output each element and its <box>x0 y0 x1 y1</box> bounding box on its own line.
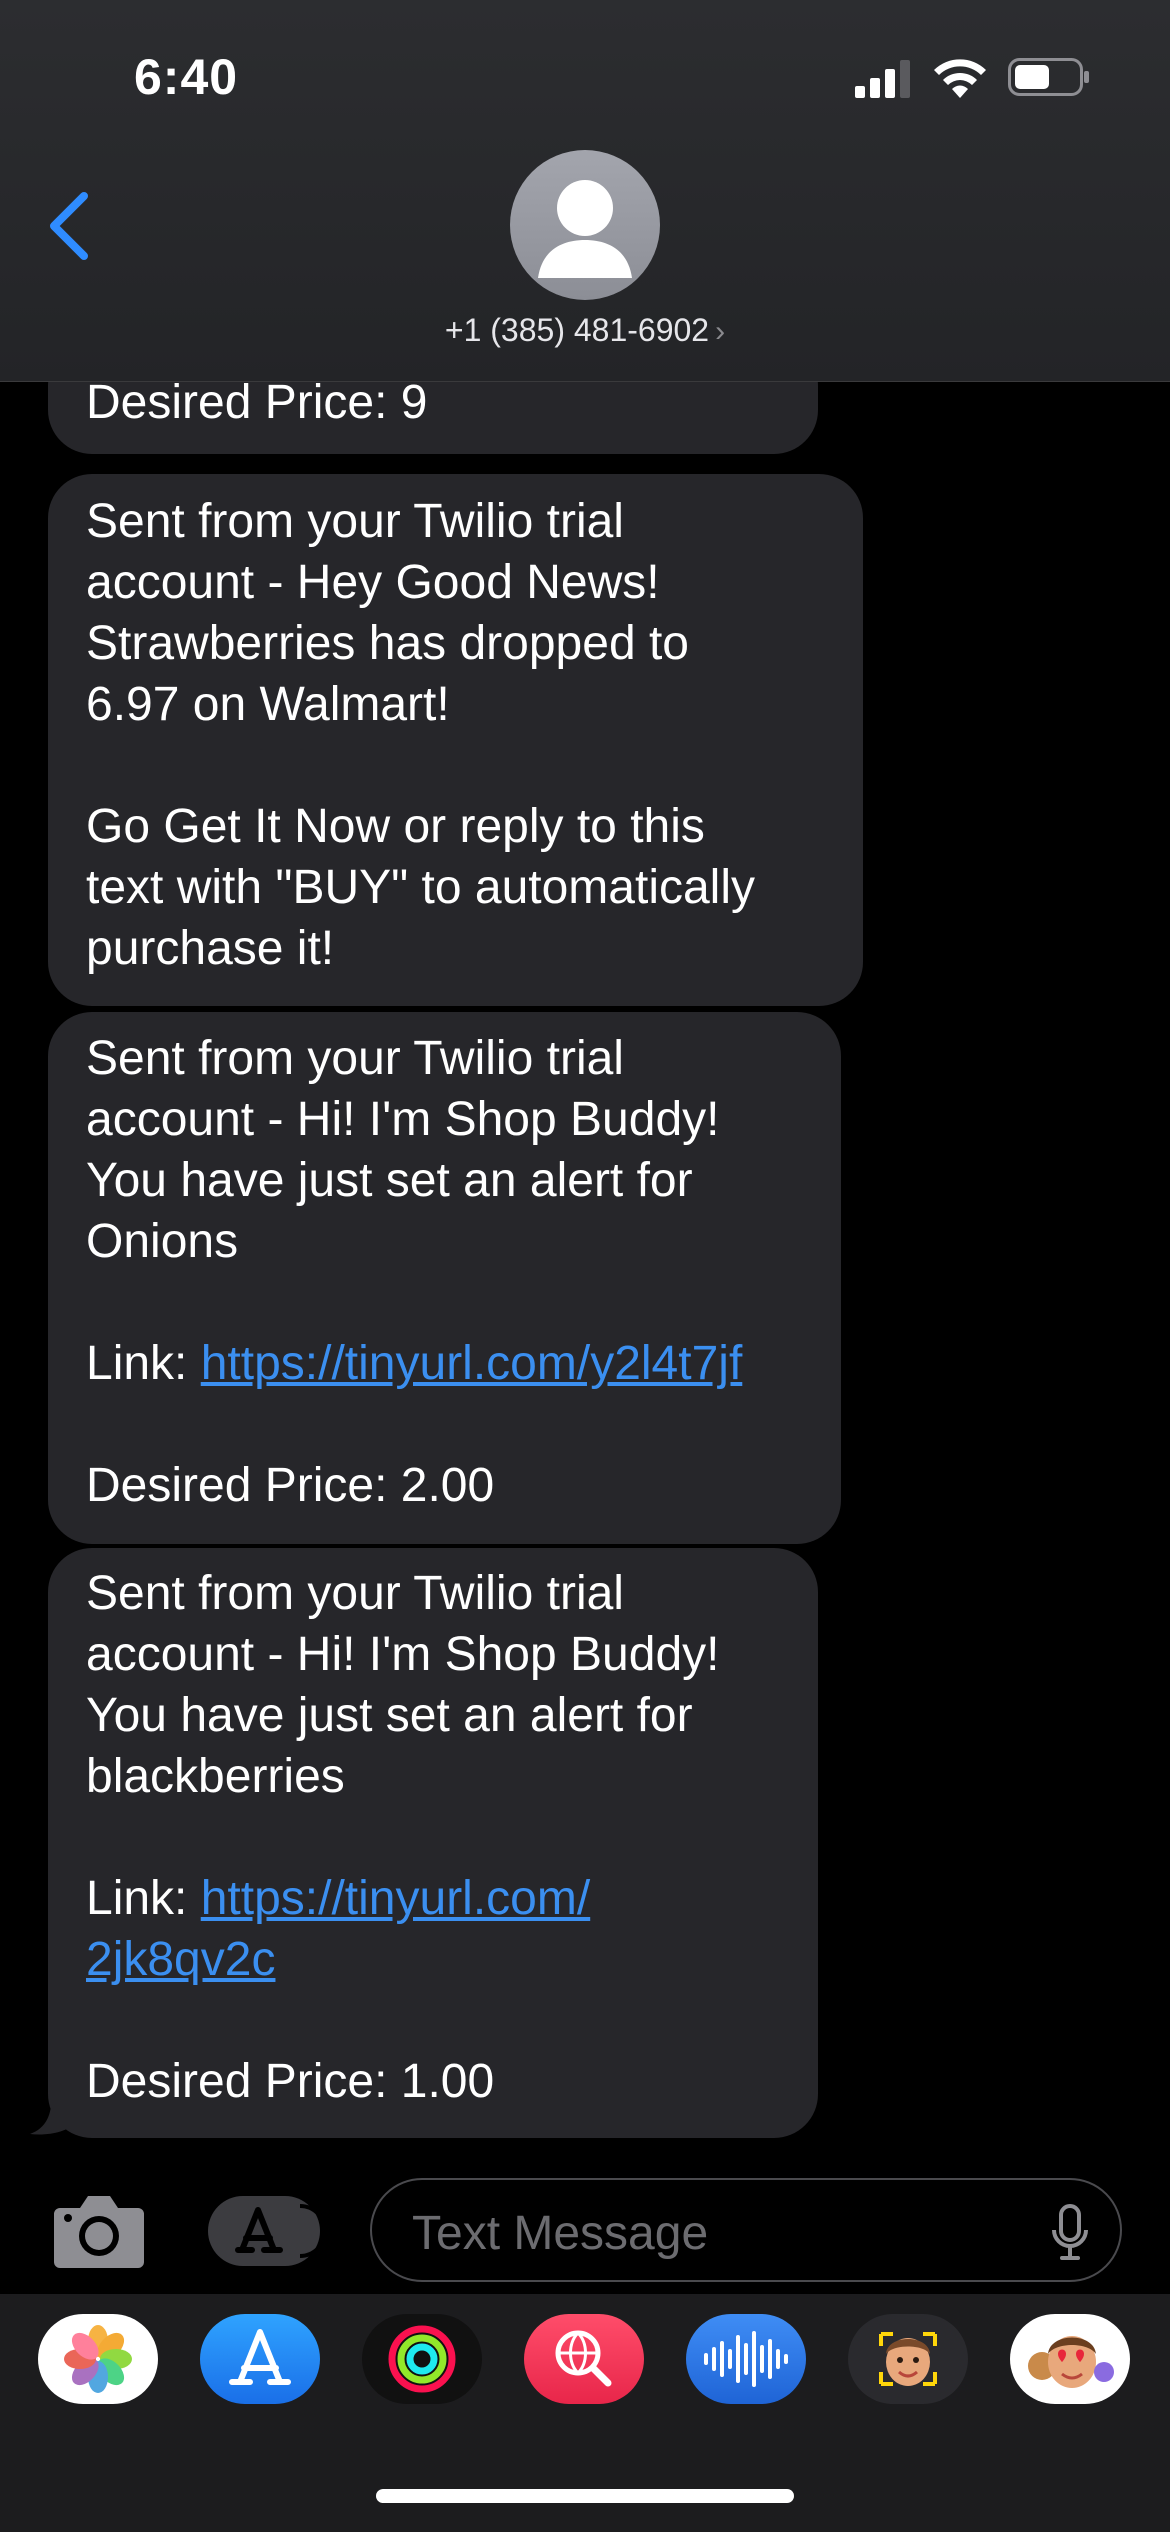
photos-flower-icon <box>64 2325 132 2393</box>
message-thread[interactable]: Desired Price: 9 Sent from your Twilio t… <box>0 382 1170 2152</box>
message-bubble[interactable]: Sent from your Twilio trial account - Hi… <box>48 1548 818 2138</box>
link-prefix: Link: <box>86 1872 201 1925</box>
bubble-tail <box>30 2092 76 2135</box>
audio-message-icon[interactable] <box>686 2314 806 2404</box>
message-line: Onions <box>86 1215 239 1268</box>
microphone-icon[interactable] <box>1050 2204 1090 2262</box>
message-line: account - Hi! I'm Shop Buddy! <box>86 1093 720 1146</box>
web-search-icon[interactable] <box>524 2314 644 2404</box>
message-link-line: 2jk8qv2c <box>86 1929 780 1990</box>
activity-rings-icon <box>388 2325 456 2393</box>
conversation-header: 6:40 +1 (385) 481-6902 › <box>0 0 1170 382</box>
message-bubble[interactable]: Sent from your Twilio trial account - Hi… <box>48 1012 841 1544</box>
waveform-icon <box>704 2331 788 2387</box>
memoji-stickers-icon[interactable] <box>1010 2314 1130 2404</box>
back-chevron-icon[interactable] <box>40 186 100 266</box>
message-line: Go Get It Now or reply to this <box>86 800 705 853</box>
tinyurl-link[interactable]: https://tinyurl.com/ <box>201 1872 590 1925</box>
contact-phone[interactable]: +1 (385) 481-6902 <box>445 312 709 348</box>
message-line: Sent from your Twilio trial <box>86 1567 624 1620</box>
person-silhouette-icon <box>538 180 632 278</box>
message-line: purchase it! <box>86 922 335 975</box>
home-indicator[interactable] <box>376 2489 794 2503</box>
message-line: You have just set an alert for <box>86 1154 693 1207</box>
message-line: You have just set an alert for <box>86 1689 693 1742</box>
tinyurl-link-continued[interactable]: 2jk8qv2c <box>86 1933 275 1986</box>
photos-app-icon[interactable] <box>38 2314 158 2404</box>
status-time: 6:40 <box>134 49 239 105</box>
battery-icon <box>1008 58 1089 96</box>
tinyurl-link[interactable]: https://tinyurl.com/y2l4t7jf <box>201 1337 743 1390</box>
message-line: Sent from your Twilio trial <box>86 1032 624 1085</box>
fitness-activity-icon[interactable] <box>362 2314 482 2404</box>
text-message-placeholder: Text Message <box>412 2207 709 2260</box>
message-line: Desired Price: 1.00 <box>86 2055 495 2108</box>
memoji-face-icon <box>879 2332 937 2386</box>
message-line: blackberries <box>86 1750 345 1803</box>
message-line: 6.97 on Walmart! <box>86 678 450 731</box>
message-line: Desired Price: 9 <box>86 382 428 429</box>
app-store-a-icon <box>235 2204 327 2258</box>
contact-avatar[interactable] <box>510 150 660 300</box>
contact-name[interactable]: +1 (385) 481-6902 › <box>0 312 1170 349</box>
message-line: text with "BUY" to automatically <box>86 861 755 914</box>
message-line: Sent from your Twilio trial <box>86 495 624 548</box>
message-line: account - Hey Good News! <box>86 556 660 609</box>
message-bubble[interactable]: Desired Price: 9 <box>48 382 818 454</box>
wifi-icon <box>934 59 986 98</box>
message-line: Desired Price: 2.00 <box>86 1459 495 1512</box>
message-link-line: Link: https://tinyurl.com/y2l4t7jf <box>86 1333 803 1394</box>
link-prefix: Link: <box>86 1337 201 1390</box>
message-line: Strawberries has dropped to <box>86 617 689 670</box>
message-bubble[interactable]: Sent from your Twilio trial account - He… <box>48 474 863 1006</box>
memoji-icon[interactable] <box>848 2314 968 2404</box>
app-store-icon[interactable] <box>200 2314 320 2404</box>
camera-icon[interactable] <box>52 2190 146 2270</box>
message-line: account - Hi! I'm Shop Buddy! <box>86 1628 720 1681</box>
cellular-signal-icon <box>855 60 910 98</box>
text-message-input[interactable]: Text Message <box>370 2178 1122 2282</box>
chevron-right-icon: › <box>715 315 726 348</box>
memoji-sticker-face-icon <box>1028 2336 1114 2388</box>
app-store-a-icon <box>229 2329 291 2385</box>
message-link-line: Link: https://tinyurl.com/ <box>86 1868 780 1929</box>
globe-search-icon <box>555 2330 612 2387</box>
app-store-drawer-button[interactable] <box>208 2196 327 2266</box>
